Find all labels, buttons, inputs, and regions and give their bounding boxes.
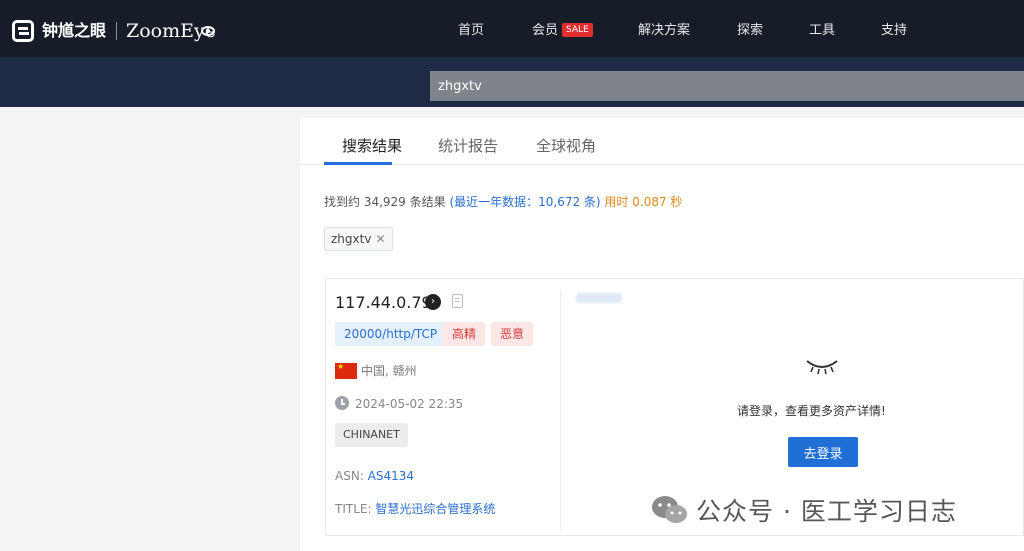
title-row: TITLE: 智慧光迅综合管理系统 (335, 501, 495, 517)
filter-tag: zhgxtv ✕ (324, 227, 393, 251)
nav-explore[interactable]: 探索 (737, 22, 763, 40)
summary-recent[interactable]: (最近一年数据：10,672 条) (449, 195, 600, 209)
search-input[interactable] (430, 71, 1024, 101)
isp-badge[interactable]: CHINANET (335, 423, 408, 447)
eye-logo-icon (201, 26, 215, 36)
clock-icon (335, 396, 349, 410)
logo-cn-text[interactable]: 钟馗之眼 (42, 20, 106, 42)
nav-support[interactable]: 支持 (881, 22, 907, 40)
summary-time: 用时 0.087 秒 (600, 195, 683, 209)
summary-count: 找到约 34,929 条结果 (324, 195, 450, 209)
asn-row: ASN: AS4134 (335, 468, 414, 484)
result-time: 2024-05-02 22:35 (355, 397, 464, 411)
closed-eye-icon (806, 360, 838, 375)
tabs-divider (300, 164, 1024, 165)
watermark-text: 公众号 · 医工学习日志 (696, 497, 957, 526)
blurred-link (576, 293, 622, 303)
port-badge[interactable]: 20000/http/TCP (335, 322, 447, 346)
tab-global-view[interactable]: 全球视角 (536, 136, 596, 156)
result-ip[interactable]: 117.44.0.79 (335, 293, 432, 313)
watermark: 公众号 · 医工学习日志 (650, 492, 957, 528)
sale-badge: SALE (562, 23, 593, 37)
result-summary: 找到约 34,929 条结果 (最近一年数据：10,672 条) 用时 0.08… (324, 194, 682, 210)
nav-home[interactable]: 首页 (458, 22, 484, 40)
result-location[interactable]: 中国, 赣州 (361, 363, 417, 379)
arrow-circle-icon[interactable]: › (425, 294, 441, 310)
tag-malicious[interactable]: 恶意 (491, 322, 534, 346)
login-button[interactable]: 去登录 (788, 437, 858, 467)
filter-tag-label: zhgxtv (331, 232, 372, 246)
login-message: 请登录，查看更多资产详情! (737, 404, 886, 418)
nav-solutions[interactable]: 解决方案 (638, 22, 690, 40)
active-tab-indicator (324, 162, 392, 165)
tag-high-precision[interactable]: 高精 (443, 322, 486, 346)
copy-icon[interactable] (452, 294, 463, 308)
china-flag-icon (335, 362, 357, 379)
wechat-icon (652, 496, 687, 523)
logo-separator (116, 22, 117, 40)
logo-icon[interactable] (12, 20, 34, 42)
close-icon[interactable]: ✕ (375, 232, 385, 246)
tab-statistics-report[interactable]: 统计报告 (438, 136, 498, 156)
tab-search-results[interactable]: 搜索结果 (342, 136, 402, 156)
title-label: TITLE: (335, 502, 376, 516)
asn-label: ASN: (335, 469, 368, 483)
nav-membership[interactable]: 会员 (532, 22, 558, 40)
title-value[interactable]: 智慧光迅综合管理系统 (375, 502, 495, 516)
nav-tools[interactable]: 工具 (809, 22, 835, 40)
card-divider (560, 290, 561, 530)
asn-value[interactable]: AS4134 (368, 469, 414, 483)
